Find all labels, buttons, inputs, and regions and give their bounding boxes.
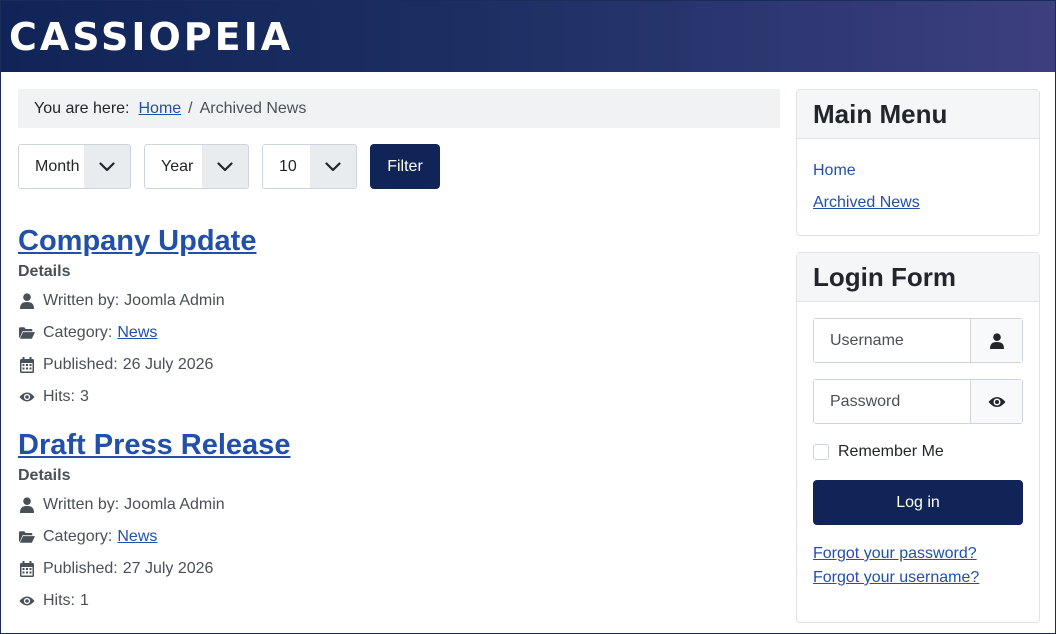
folder-open-icon (19, 529, 35, 545)
article-published: Published: 26 July 2026 (18, 349, 256, 381)
article-author: Written by: Joomla Admin (18, 285, 256, 317)
published-date: 26 July 2026 (122, 356, 214, 373)
forgot-password-link[interactable]: Forgot your password? (813, 542, 1023, 566)
folder-open-icon (19, 325, 35, 341)
article-hits: Hits: 3 (18, 381, 256, 413)
breadcrumb-home-link[interactable]: Home (138, 100, 181, 118)
article-published: Published: 27 July 2026 (18, 553, 290, 585)
article-author: Written by: Joomla Admin (18, 489, 290, 521)
filter-button[interactable]: Filter (370, 144, 440, 189)
article-hits: Hits: 1 (18, 585, 290, 617)
chevron-down-icon (202, 145, 248, 188)
details-label: Details (18, 263, 71, 280)
article-item: Draft Press Release Details Written by: … (18, 428, 290, 617)
login-form: Remember Me Log in Forgot your password?… (797, 302, 1039, 590)
user-icon (970, 319, 1022, 362)
eye-icon (19, 389, 35, 405)
login-button[interactable]: Log in (813, 480, 1023, 525)
category-label: Category: (43, 528, 113, 545)
published-date: 27 July 2026 (122, 560, 214, 577)
article-title-link[interactable]: Company Update (18, 225, 256, 257)
remember-me: Remember Me (813, 440, 1023, 464)
remember-me-label[interactable]: Remember Me (838, 443, 944, 461)
category-link[interactable]: News (117, 324, 157, 342)
limit-select-value: 10 (263, 145, 310, 188)
chevron-down-icon (84, 145, 130, 188)
main-menu-list: Home Archived News (797, 139, 1039, 235)
eye-icon[interactable] (970, 380, 1022, 423)
main-menu-title: Main Menu (797, 90, 1039, 139)
hits-label: Hits: (43, 388, 75, 405)
author-name: Joomla Admin (124, 496, 225, 513)
archive-filters: Month Year 10 Filter (18, 144, 780, 189)
article-item: Company Update Details Written by: Jooml… (18, 224, 256, 413)
article-title-link[interactable]: Draft Press Release (18, 429, 290, 461)
username-group (813, 318, 1023, 363)
calendar-icon (19, 357, 35, 373)
month-select-value: Month (19, 145, 84, 188)
remember-me-checkbox[interactable] (813, 444, 829, 460)
year-select[interactable]: Year (144, 144, 249, 189)
published-label: Published: (43, 356, 118, 373)
menu-item-home[interactable]: Home (813, 155, 1023, 187)
breadcrumb: You are here: Home / Archived News (18, 89, 780, 128)
category-label: Category: (43, 324, 113, 341)
forgot-links: Forgot your password? Forgot your userna… (813, 542, 1023, 590)
chevron-down-icon (310, 145, 356, 188)
hits-count: 1 (80, 592, 89, 609)
eye-icon (19, 593, 35, 609)
details-label: Details (18, 467, 71, 484)
forgot-username-link[interactable]: Forgot your username? (813, 566, 1023, 590)
site-header: CASSIOPEIA (1, 1, 1055, 72)
main-menu-module: Main Menu Home Archived News (796, 89, 1040, 236)
breadcrumb-prefix: You are here: (34, 99, 130, 117)
password-input[interactable] (814, 380, 970, 423)
article-title: Company Update (18, 224, 256, 258)
article-category: Category: News (18, 317, 256, 349)
menu-item-archived-news[interactable]: Archived News (813, 187, 1023, 219)
published-label: Published: (43, 560, 118, 577)
breadcrumb-current: Archived News (199, 99, 307, 117)
year-select-value: Year (145, 145, 202, 188)
password-group (813, 379, 1023, 424)
user-icon (19, 497, 35, 513)
login-form-title: Login Form (797, 253, 1039, 302)
user-icon (19, 293, 35, 309)
limit-select[interactable]: 10 (262, 144, 357, 189)
login-module: Login Form Remember Me Log in Forgot you… (796, 252, 1040, 623)
author-label: Written by: (43, 496, 120, 513)
calendar-icon (19, 561, 35, 577)
main-content: You are here: Home / Archived News Month… (18, 89, 780, 609)
username-input[interactable] (814, 319, 970, 362)
author-label: Written by: (43, 292, 120, 309)
hits-count: 3 (80, 388, 89, 405)
hits-label: Hits: (43, 592, 75, 609)
article-category: Category: News (18, 521, 290, 553)
article-title: Draft Press Release (18, 428, 290, 462)
month-select[interactable]: Month (18, 144, 131, 189)
author-name: Joomla Admin (124, 292, 225, 309)
breadcrumb-separator: / (188, 99, 193, 117)
site-logo[interactable]: CASSIOPEIA (9, 15, 293, 59)
category-link[interactable]: News (117, 528, 157, 546)
